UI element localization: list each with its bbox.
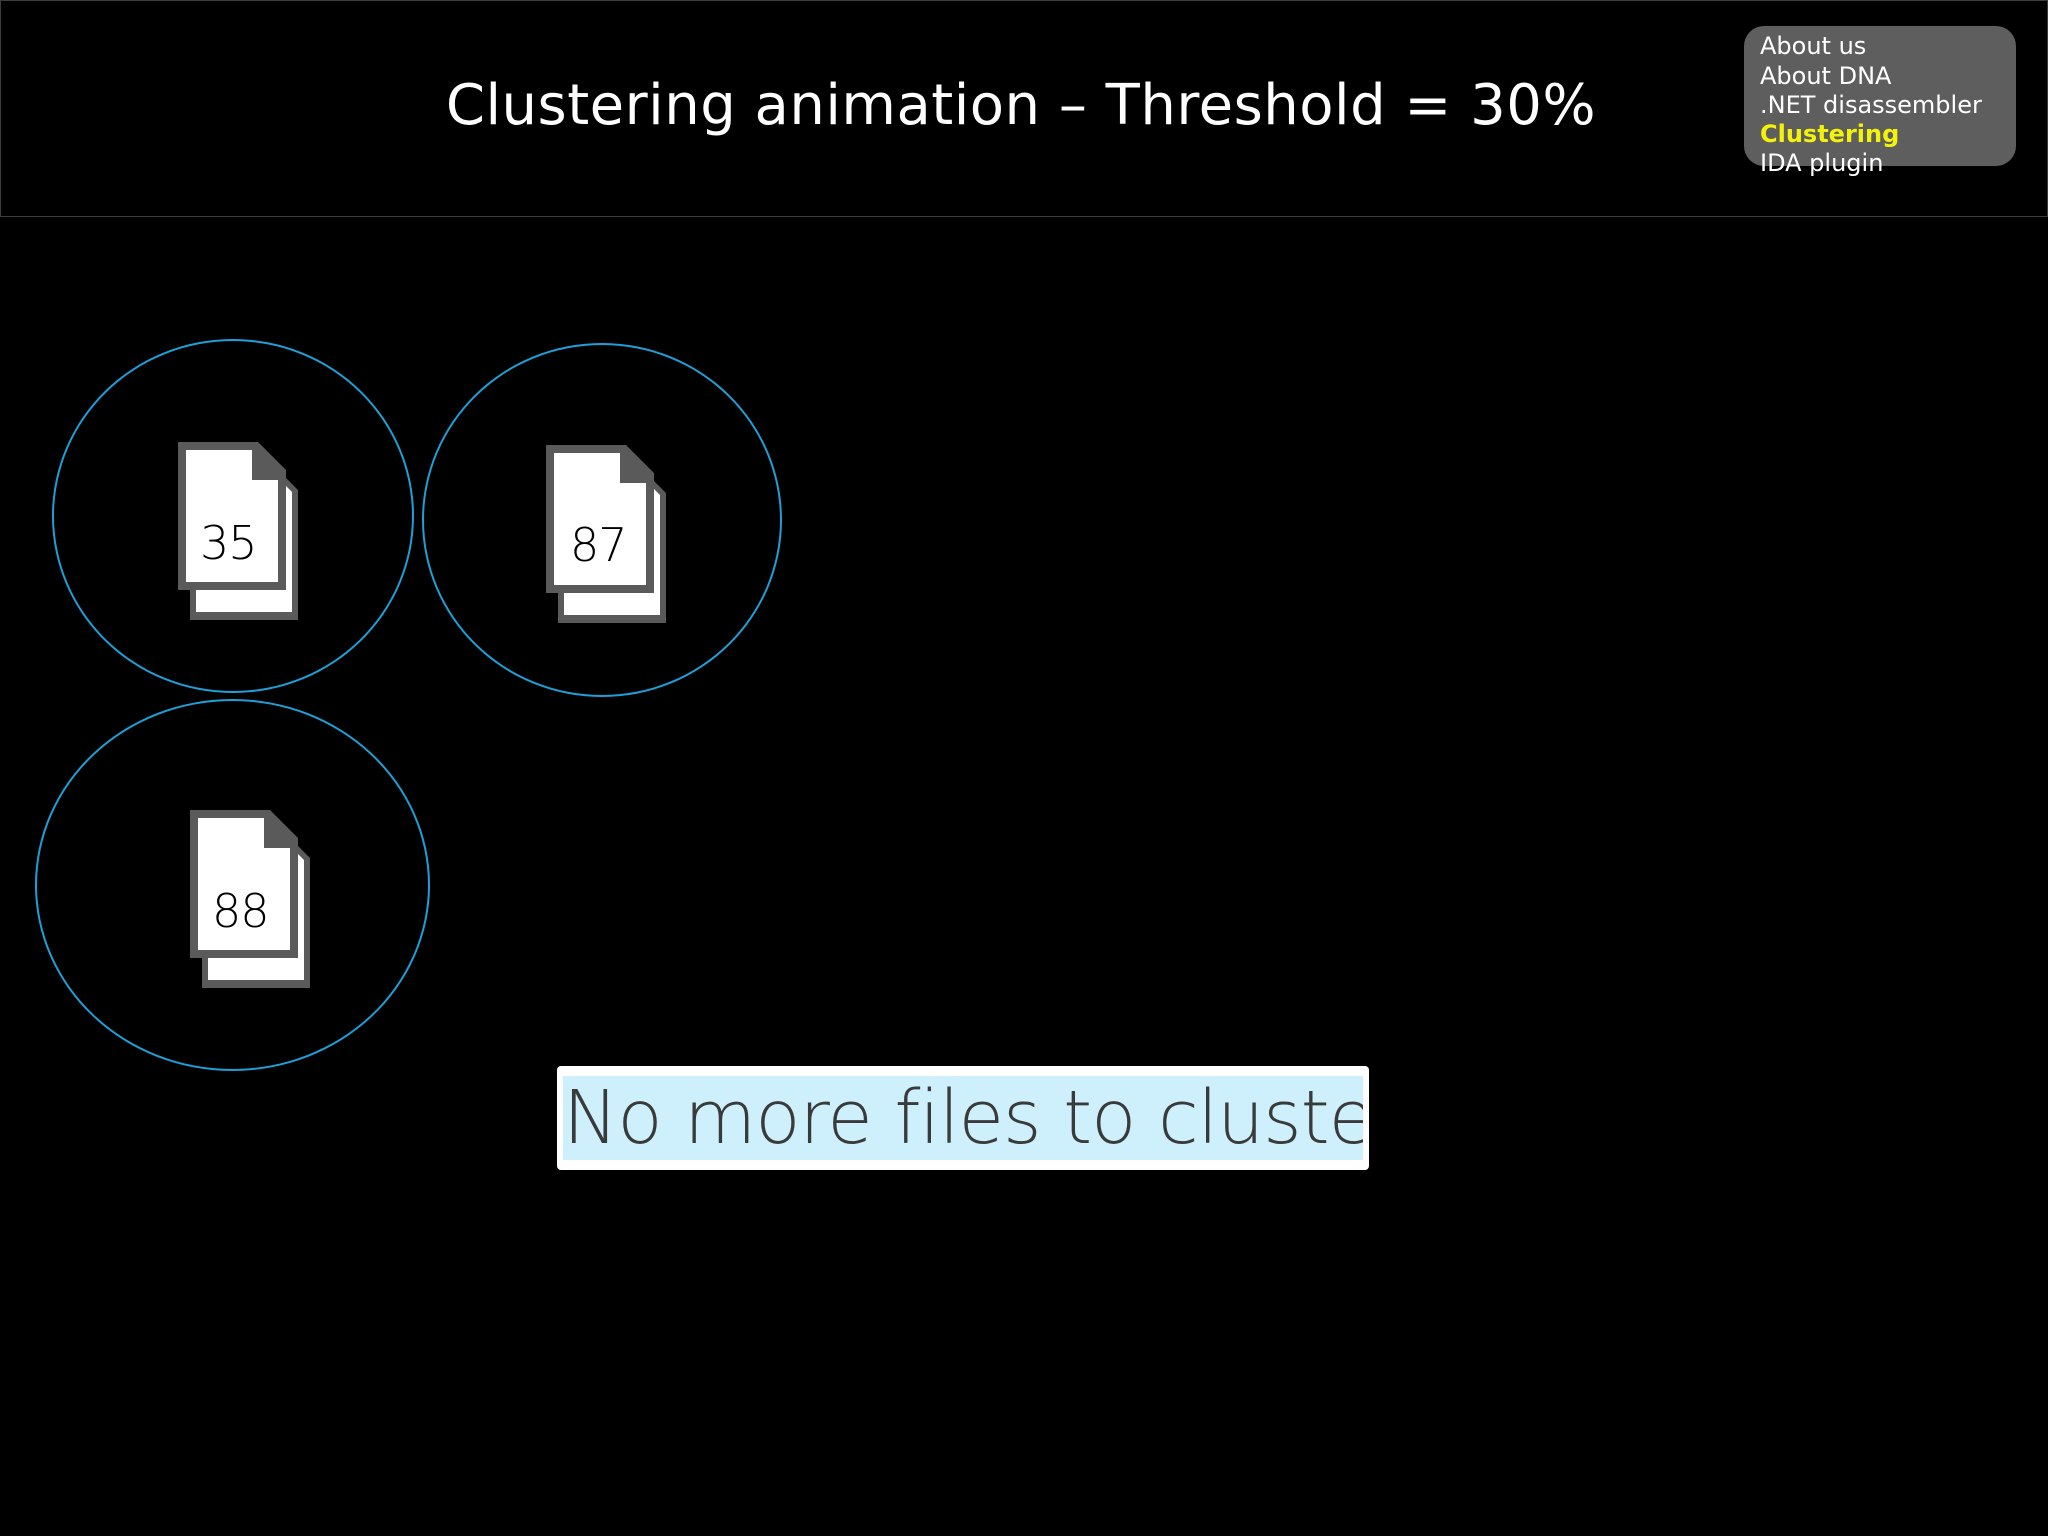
nav-item-net-disassembler[interactable]: .NET disassembler bbox=[1760, 91, 1982, 120]
nav-item-about-dna[interactable]: About DNA bbox=[1760, 62, 1891, 91]
nav-item-clustering[interactable]: Clustering bbox=[1760, 120, 1899, 149]
file-label: 87 bbox=[570, 518, 628, 572]
header-bar: Clustering animation – Threshold = 30% bbox=[0, 0, 2048, 217]
file-label: 35 bbox=[200, 516, 258, 570]
file-label: 88 bbox=[212, 884, 270, 938]
nav-item-ida-plugin[interactable]: IDA plugin bbox=[1760, 149, 1883, 178]
status-message-box: No more files to cluster! bbox=[557, 1066, 1369, 1170]
page-title: Clustering animation – Threshold = 30% bbox=[445, 73, 1597, 138]
nav-item-about-us[interactable]: About us bbox=[1760, 32, 1866, 61]
nav-menu: About us About DNA .NET disassembler Clu… bbox=[1744, 26, 2016, 177]
status-message: No more files to cluster! bbox=[563, 1076, 1363, 1160]
